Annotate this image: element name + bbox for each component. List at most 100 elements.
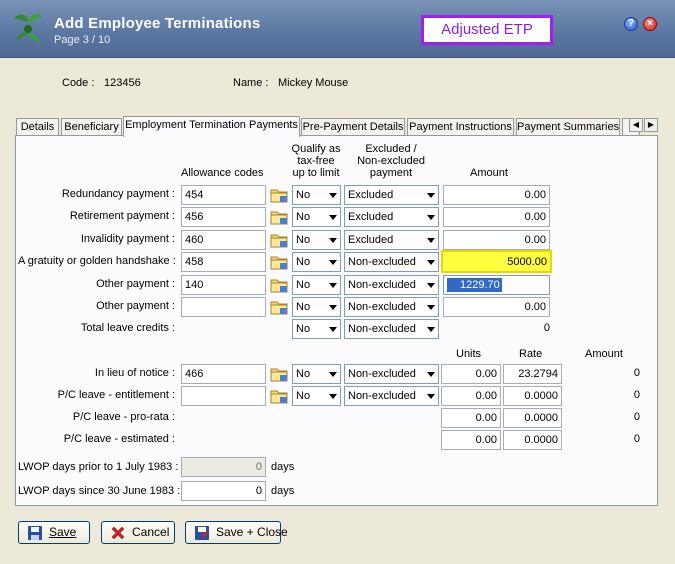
total-leave-amount: 0 bbox=[543, 322, 550, 334]
tab-payment-summaries[interactable]: Payment Summaries bbox=[516, 118, 620, 136]
amount-input[interactable]: 0.00 bbox=[443, 297, 550, 317]
qualify-select[interactable]: No bbox=[292, 364, 341, 384]
excluded-value: Non-excluded bbox=[348, 279, 416, 291]
excluded-select[interactable]: Non-excluded bbox=[344, 386, 439, 406]
save-close-icon bbox=[195, 526, 209, 540]
units-input[interactable]: 0.00 bbox=[441, 364, 501, 384]
lwop-since-unit: days bbox=[271, 485, 295, 497]
lwop-prior-input: 0 bbox=[181, 457, 266, 477]
qualify-select[interactable]: No bbox=[292, 185, 341, 205]
row-label: Other payment : bbox=[96, 278, 175, 290]
qualify-select[interactable]: No bbox=[292, 386, 341, 406]
allowance-code-input[interactable]: 456 bbox=[181, 207, 266, 227]
units-input[interactable]: 0.00 bbox=[441, 386, 501, 406]
folder-lookup-icon[interactable] bbox=[270, 365, 289, 383]
tab-beneficiary[interactable]: Beneficiary bbox=[61, 118, 122, 136]
excluded-select[interactable]: Excluded bbox=[344, 185, 439, 205]
amount-input-focused[interactable]: 1229.70 bbox=[443, 275, 550, 295]
allowance-code-input[interactable]: 140 bbox=[181, 275, 266, 295]
name-value: Mickey Mouse bbox=[278, 77, 349, 89]
save-close-button[interactable]: Save + Close bbox=[185, 521, 288, 544]
folder-lookup-icon[interactable] bbox=[270, 298, 289, 316]
header-amount-2: Amount bbox=[585, 348, 623, 360]
header-units: Units bbox=[456, 348, 482, 360]
cancel-button[interactable]: Cancel bbox=[101, 521, 175, 544]
excluded-select[interactable]: Non-excluded bbox=[344, 319, 439, 339]
lwop-since-label: LWOP days since 30 June 1983 : bbox=[18, 485, 181, 497]
rate-input[interactable]: 0.0000 bbox=[503, 386, 562, 406]
rate-row-label: P/C leave - entitlement : bbox=[57, 389, 175, 401]
folder-lookup-icon[interactable] bbox=[270, 276, 289, 294]
qualify-select[interactable]: No bbox=[292, 207, 341, 227]
tab-pre-payment-details[interactable]: Pre-Payment Details bbox=[301, 118, 405, 136]
qualify-select[interactable]: No bbox=[292, 230, 341, 250]
excluded-value: Excluded bbox=[348, 211, 394, 223]
qualify-value: No bbox=[296, 211, 311, 223]
tab-employment-termination-payments[interactable]: Employment Termination Payments bbox=[123, 116, 300, 137]
qualify-select[interactable]: No bbox=[292, 275, 341, 295]
header-excluded-1: Excluded / bbox=[365, 143, 417, 155]
allowance-code-input[interactable] bbox=[181, 297, 266, 317]
row-label: Other payment : bbox=[96, 300, 175, 312]
qualify-value: No bbox=[296, 256, 311, 268]
rate-input[interactable]: 23.2794 bbox=[503, 364, 562, 384]
excluded-value: Non-excluded bbox=[348, 368, 416, 380]
amount-input-highlighted[interactable]: 5000.00 bbox=[441, 250, 552, 273]
qualify-value: No bbox=[296, 368, 311, 380]
excluded-select[interactable]: Non-excluded bbox=[344, 297, 439, 317]
header-allowance-codes: Allowance codes bbox=[181, 167, 264, 179]
save-close-label: Save + Close bbox=[216, 525, 288, 539]
header-excluded-3: payment bbox=[369, 167, 413, 179]
excluded-value: Non-excluded bbox=[348, 301, 416, 313]
excluded-value: Excluded bbox=[348, 189, 394, 201]
folder-lookup-icon[interactable] bbox=[270, 186, 289, 204]
excluded-select[interactable]: Excluded bbox=[344, 207, 439, 227]
name-label: Name : bbox=[233, 77, 269, 89]
tab-scroll-left-icon[interactable]: ◀ bbox=[629, 118, 643, 132]
lwop-since-input[interactable]: 0 bbox=[181, 481, 266, 501]
row-label: Invalidity payment : bbox=[80, 233, 175, 245]
code-value: 123456 bbox=[104, 77, 141, 89]
header-amount: Amount bbox=[470, 167, 508, 179]
allowance-code-input[interactable]: 460 bbox=[181, 230, 266, 250]
qualify-value: No bbox=[296, 323, 311, 335]
allowance-code-input[interactable]: 454 bbox=[181, 185, 266, 205]
tab-scroll-right-icon[interactable]: ▶ bbox=[644, 118, 658, 132]
excluded-select[interactable]: Non-excluded bbox=[344, 364, 439, 384]
excluded-select[interactable]: Excluded bbox=[344, 230, 439, 250]
allowance-code-input[interactable] bbox=[181, 386, 266, 406]
qualify-value: No bbox=[296, 234, 311, 246]
units-input[interactable]: 0.00 bbox=[441, 430, 501, 450]
header-excluded-2: Non-excluded bbox=[357, 155, 425, 167]
app-logo-icon bbox=[14, 14, 42, 42]
allowance-code-input[interactable]: 458 bbox=[181, 252, 266, 272]
qualify-select[interactable]: No bbox=[292, 297, 341, 317]
qualify-select[interactable]: No bbox=[292, 319, 341, 339]
folder-lookup-icon[interactable] bbox=[270, 231, 289, 249]
excluded-select[interactable]: Non-excluded bbox=[344, 275, 439, 295]
tab-details[interactable]: Details bbox=[16, 118, 59, 136]
folder-lookup-icon[interactable] bbox=[270, 208, 289, 226]
amount-input[interactable]: 0.00 bbox=[443, 230, 550, 250]
rate-amount: 0 bbox=[633, 411, 640, 423]
folder-lookup-icon[interactable] bbox=[270, 253, 289, 271]
amount-input[interactable]: 0.00 bbox=[443, 207, 550, 227]
rate-input[interactable]: 0.0000 bbox=[503, 430, 562, 450]
rate-input[interactable]: 0.0000 bbox=[503, 408, 562, 428]
save-button[interactable]: Save bbox=[18, 521, 90, 544]
row-label: A gratuity or golden handshake : bbox=[18, 255, 176, 267]
close-icon[interactable]: × bbox=[643, 17, 657, 31]
help-icon[interactable]: ? bbox=[624, 17, 638, 31]
tab-payment-instructions[interactable]: Payment Instructions bbox=[407, 118, 514, 136]
save-icon bbox=[28, 526, 42, 540]
rate-amount: 0 bbox=[633, 433, 640, 445]
qualify-select[interactable]: No bbox=[292, 252, 341, 272]
qualify-value: No bbox=[296, 390, 311, 402]
units-input[interactable]: 0.00 bbox=[441, 408, 501, 428]
excluded-select[interactable]: Non-excluded bbox=[344, 252, 439, 272]
amount-input[interactable]: 0.00 bbox=[443, 185, 550, 205]
header-qualify-1: Qualify as bbox=[291, 143, 341, 155]
folder-lookup-icon[interactable] bbox=[270, 387, 289, 405]
allowance-code-input[interactable]: 466 bbox=[181, 364, 266, 384]
qualify-value: No bbox=[296, 301, 311, 313]
